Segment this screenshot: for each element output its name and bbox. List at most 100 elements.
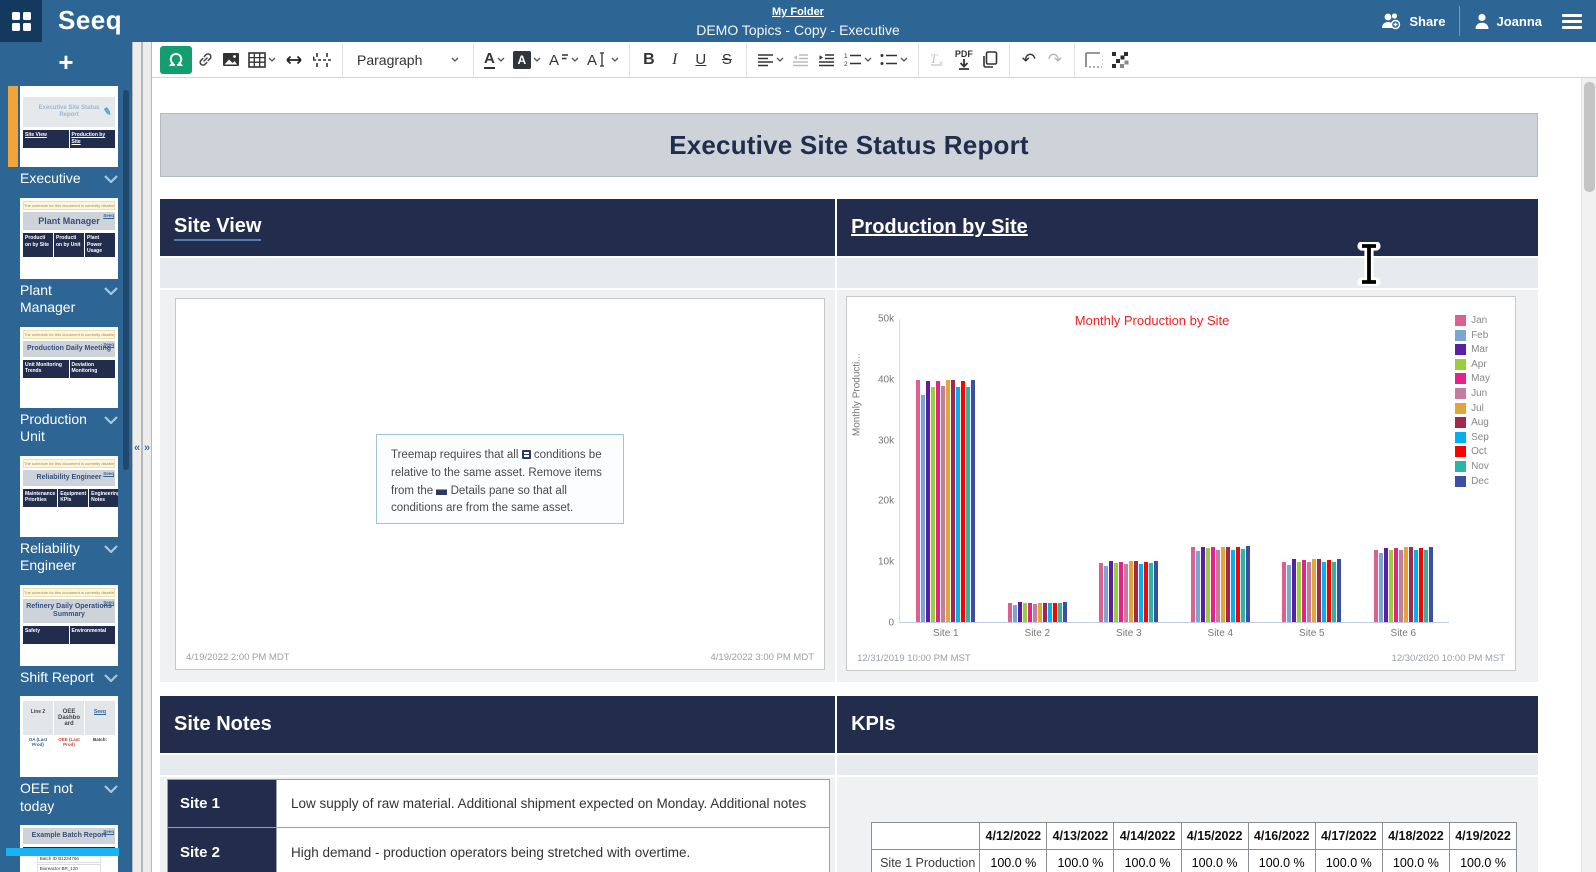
strikethrough-button[interactable]: S <box>714 46 740 74</box>
bar <box>1374 550 1378 622</box>
bold-button[interactable]: B <box>636 46 662 74</box>
thumbnail-label[interactable]: OEE not today <box>20 777 118 819</box>
thumbnail-label[interactable]: Plant Manager <box>20 279 118 321</box>
bar <box>1409 547 1413 622</box>
chevron-down-icon[interactable] <box>104 780 118 798</box>
app-switcher-button[interactable] <box>0 0 42 42</box>
bullet-list-button[interactable] <box>876 46 912 74</box>
share-button[interactable]: Share <box>1379 12 1445 30</box>
border-style-button[interactable] <box>1081 46 1107 74</box>
font-color-button[interactable]: A <box>480 46 509 74</box>
legend-item-aug[interactable]: Aug <box>1455 417 1490 428</box>
insert-link-button[interactable] <box>192 46 218 74</box>
collapse-gutter-left: « <box>132 42 142 872</box>
paragraph-style-dropdown[interactable]: Paragraph <box>349 46 467 74</box>
site-note-label: Site 1 <box>168 780 276 827</box>
sidebar-thumbnail-plant-manager[interactable]: The schedule for this document is curren… <box>20 198 118 321</box>
add-document-button[interactable]: + <box>0 42 132 82</box>
bar <box>1211 547 1215 622</box>
hamburger-menu-button[interactable] <box>1556 10 1588 33</box>
main-scrollbar[interactable] <box>1581 78 1596 872</box>
legend-item-apr[interactable]: Apr <box>1455 359 1490 370</box>
bar <box>1221 547 1225 622</box>
bar <box>921 395 925 622</box>
breadcrumb[interactable]: My Folder <box>772 6 824 18</box>
font-family-button[interactable]: A <box>583 46 623 74</box>
italic-button[interactable]: I <box>662 46 688 74</box>
bar <box>916 380 920 622</box>
indent-button[interactable] <box>814 46 840 74</box>
legend-item-sep[interactable]: Sep <box>1455 432 1490 443</box>
user-menu[interactable]: Joanna <box>1474 13 1542 30</box>
sidebar-thumbnail-production-unit[interactable]: The schedule for this document is curren… <box>20 327 118 450</box>
share-users-icon <box>1379 12 1403 30</box>
legend-item-mar[interactable]: Mar <box>1455 344 1490 355</box>
bar <box>1053 603 1057 623</box>
legend-swatch <box>1455 417 1466 428</box>
document-canvas[interactable]: Executive Site Status Report Site View P… <box>152 78 1546 872</box>
sidebar-thumbnail-reliability-engineer[interactable]: The schedule for this document is curren… <box>20 456 118 579</box>
thumbnail-label[interactable]: Production Unit <box>20 408 118 450</box>
thumbnail-label[interactable]: Executive <box>20 167 118 192</box>
undo-button[interactable]: ↶ <box>1016 46 1042 74</box>
site-view-link[interactable]: Site View <box>174 215 261 241</box>
spacer-row <box>837 755 1538 775</box>
production-by-site-link[interactable]: Production by Site <box>851 216 1028 239</box>
insert-image-button[interactable] <box>218 46 244 74</box>
background-color-button[interactable]: A <box>509 46 545 74</box>
clear-formatting-button[interactable]: Tx <box>925 46 951 74</box>
bar <box>1099 563 1103 622</box>
chevron-down-icon[interactable] <box>104 170 118 188</box>
bar-group-site-4: Site 4 <box>1175 319 1267 622</box>
expand-sidebar-button[interactable]: » <box>143 442 151 454</box>
sidebar-scrollbar[interactable] <box>123 90 129 470</box>
kpi-value: 100.0 % <box>1248 850 1315 872</box>
sidebar-thumbnail-executive[interactable]: Executive Site Status Report✎Site ViewPr… <box>20 86 118 192</box>
insert-seeq-content-button[interactable] <box>160 46 192 74</box>
fix-tables-button[interactable] <box>1107 46 1133 74</box>
numbered-list-button[interactable]: 12 <box>840 46 876 74</box>
export-pdf-button[interactable]: PDF <box>951 46 977 74</box>
fixed-width-button[interactable] <box>280 46 308 74</box>
chart-plot: Site 1Site 2Site 3Site 4Site 5Site 6010k… <box>899 319 1449 623</box>
legend-item-dec[interactable]: Dec <box>1455 476 1490 487</box>
legend-item-oct[interactable]: Oct <box>1455 446 1490 457</box>
main-scrollbar-thumb[interactable] <box>1584 82 1595 192</box>
outdent-button[interactable] <box>788 46 814 74</box>
chevron-down-icon <box>864 57 872 62</box>
link-icon <box>197 51 214 68</box>
chevron-down-icon[interactable] <box>104 669 118 687</box>
legend-item-jul[interactable]: Jul <box>1455 403 1490 414</box>
bar <box>1414 550 1418 622</box>
legend-item-jan[interactable]: Jan <box>1455 315 1490 326</box>
thumbnail-label[interactable]: Reliability Engineer <box>20 537 118 579</box>
legend-item-jun[interactable]: Jun <box>1455 388 1490 399</box>
legend-item-nov[interactable]: Nov <box>1455 461 1490 472</box>
site-note-label: Site 2 <box>168 828 276 872</box>
chevron-down-icon[interactable] <box>104 411 118 429</box>
thumbnail-label[interactable]: Shift Report <box>20 666 118 691</box>
bar <box>1327 560 1331 622</box>
copy-icon <box>982 51 998 68</box>
site-notes-title: Site Notes <box>174 713 272 736</box>
collapse-sidebar-button[interactable]: « <box>133 442 141 454</box>
redo-button[interactable]: ↷ <box>1042 46 1068 74</box>
sidebar-thumbnail-shift-report[interactable]: The schedule for this document is curren… <box>20 585 118 691</box>
kpi-value: 100.0 % <box>1114 850 1181 872</box>
font-size-button[interactable]: A <box>545 46 583 74</box>
bar <box>1206 548 1210 622</box>
chevron-down-icon[interactable] <box>104 282 118 300</box>
insert-table-button[interactable] <box>244 46 280 74</box>
underline-button[interactable]: U <box>688 46 714 74</box>
align-button[interactable] <box>753 46 788 74</box>
copy-document-button[interactable] <box>977 46 1003 74</box>
chevron-down-icon[interactable] <box>104 540 118 558</box>
bar <box>1399 550 1403 622</box>
legend-item-feb[interactable]: Feb <box>1455 330 1490 341</box>
legend-item-may[interactable]: May <box>1455 373 1490 384</box>
legend-swatch <box>1455 461 1466 472</box>
grid-icon <box>12 12 31 31</box>
page-break-button[interactable] <box>308 46 336 74</box>
kpi-date-header: 4/12/2022 <box>980 823 1047 850</box>
sidebar-thumbnail-oee-not-today[interactable]: Line 2OEE Dashbo ardSeeqOA (Last Prod)OE… <box>20 696 118 819</box>
